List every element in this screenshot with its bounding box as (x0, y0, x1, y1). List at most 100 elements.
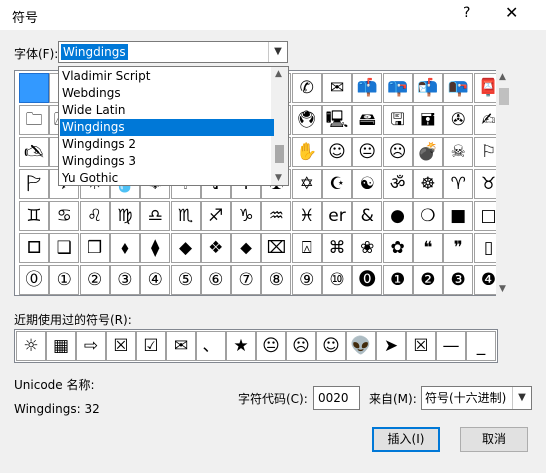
symbol-cell[interactable]: ✆ (291, 73, 322, 103)
recent-symbol-cell[interactable]: ☒ (106, 331, 136, 361)
recent-symbol-cell[interactable]: ✉ (166, 331, 196, 361)
symbol-cell[interactable]: ⬧ (109, 233, 140, 263)
symbol-cell[interactable]: ✡ (291, 169, 322, 199)
symbol-cell[interactable]: ✿ (382, 233, 413, 263)
symbol-cell[interactable]: ⌘ (322, 233, 352, 263)
symbol-cell[interactable]: 📫 (352, 73, 383, 103)
symbol-cell[interactable]: ✋ (291, 137, 322, 167)
recent-symbol-cell[interactable]: ☑ (136, 331, 166, 361)
symbol-cell[interactable]: ♋ (49, 201, 80, 231)
symbol-cell[interactable]: 📭 (443, 73, 474, 103)
symbol-cell[interactable]: 🖲 (291, 105, 322, 135)
close-button[interactable]: ✕ (505, 3, 518, 22)
symbol-cell[interactable]: 💣 (412, 137, 443, 167)
symbol-cell[interactable]: 🖎 (19, 137, 49, 167)
symbol-cell[interactable]: ✇ (443, 105, 474, 135)
symbol-cell[interactable]: 🖳 (322, 105, 352, 135)
symbol-cell[interactable]: ❖ (200, 233, 231, 263)
chevron-down-icon[interactable]: ▼ (512, 387, 531, 409)
symbol-cell[interactable]: ① (49, 265, 80, 295)
recent-symbol-cell[interactable]: ➤ (376, 331, 406, 361)
font-combo[interactable]: Wingdings ▼ (58, 41, 288, 63)
recent-symbol-cell[interactable]: ★ (226, 331, 256, 361)
recent-symbol-cell[interactable]: ☺ (316, 331, 346, 361)
symbol-cell[interactable]: ☠ (443, 137, 474, 167)
font-list-item[interactable]: Yu Gothic (60, 170, 274, 187)
symbol-cell[interactable]: ⓿ (352, 265, 383, 295)
symbol-cell[interactable]: ❷ (412, 265, 443, 295)
recent-symbols[interactable]: ☼ ▦ ⇨ ☒ ☑ ✉、 ★ 😐 ☹ ☺ 👽 ➤ ☒ — _ (14, 329, 498, 363)
symbol-cell[interactable]: ❀ (352, 233, 383, 263)
symbol-cell[interactable]: 📬 (412, 73, 443, 103)
symbol-cell[interactable]: ❶ (382, 265, 413, 295)
symbol-cell[interactable]: ♍ (109, 201, 140, 231)
symbol-cell[interactable]: ♈ (443, 169, 474, 199)
symbol-cell[interactable]: ❸ (443, 265, 474, 295)
recent-symbol-cell[interactable]: ☒ (406, 331, 436, 361)
symbol-cell[interactable]: ② (79, 265, 110, 295)
font-list-item[interactable]: Vladimir Script (60, 68, 274, 85)
symbol-cell[interactable]: ☸ (412, 169, 443, 199)
scroll-down-icon[interactable]: ▼ (499, 284, 506, 294)
symbol-cell[interactable]: ❝ (412, 233, 443, 263)
symbol-cell[interactable]: ♏ (170, 201, 201, 231)
recent-symbol-cell[interactable]: ☹ (286, 331, 316, 361)
recent-symbol-cell[interactable]: 👽 (346, 331, 376, 361)
recent-symbol-cell[interactable]: 😐 (256, 331, 286, 361)
chevron-down-icon[interactable]: ▼ (268, 42, 287, 62)
symbol-cell[interactable]: 🗀 (19, 105, 49, 135)
symbol-cell[interactable]: ❑ (49, 233, 80, 263)
symbol-cell[interactable]: ④ (140, 265, 171, 295)
font-list-item[interactable]: Wingdings 3 (60, 153, 274, 170)
symbol-cell[interactable]: ❍ (412, 201, 443, 231)
recent-symbol-cell[interactable]: ⇨ (76, 331, 106, 361)
symbol-cell[interactable]: ❞ (443, 233, 474, 263)
scroll-thumb[interactable] (275, 145, 284, 163)
recent-symbol-cell[interactable]: ▦ (46, 331, 76, 361)
symbol-cell[interactable]: ⌧ (261, 233, 292, 263)
symbol-cell[interactable]: ♐ (200, 201, 231, 231)
symbol-cell[interactable] (19, 73, 49, 103)
symbol-cell[interactable]: 📪 (382, 73, 413, 103)
recent-symbol-cell[interactable]: — (436, 331, 466, 361)
symbol-cell[interactable]: er (322, 201, 352, 231)
font-list-item[interactable]: Wide Latin (60, 102, 274, 119)
symbol-grid-scrollbar[interactable]: ▲ ▼ (496, 70, 512, 296)
symbol-cell[interactable]: ⑩ (322, 265, 352, 295)
symbol-cell[interactable]: ☹ (382, 137, 413, 167)
symbol-cell[interactable]: ◆ (170, 233, 201, 263)
symbol-cell[interactable]: ⑦ (231, 265, 262, 295)
symbol-cell[interactable]: 🏱 (19, 169, 49, 199)
recent-symbol-cell[interactable]: 、 (196, 331, 226, 361)
scroll-up-icon[interactable]: ▲ (499, 72, 506, 82)
symbol-cell[interactable]: ■ (443, 201, 474, 231)
scroll-down-icon[interactable]: ▼ (275, 173, 282, 183)
symbol-cell[interactable]: ⑧ (261, 265, 292, 295)
symbol-cell[interactable]: & (352, 201, 383, 231)
scroll-thumb[interactable] (499, 88, 509, 105)
symbol-cell[interactable]: ⍓ (291, 233, 322, 263)
from-combo[interactable]: 符号(十六进制) ▼ (421, 386, 532, 410)
help-button[interactable]: ? (463, 5, 470, 21)
symbol-cell[interactable]: ⓪ (19, 265, 49, 295)
char-code-input[interactable]: 0020 (313, 386, 360, 410)
symbol-cell[interactable]: 🖫 (382, 105, 413, 135)
symbol-cell[interactable]: ☺ (322, 137, 352, 167)
scroll-up-icon[interactable]: ▲ (275, 69, 282, 79)
symbol-cell[interactable]: ☪ (322, 169, 352, 199)
symbol-cell[interactable]: ♊ (19, 201, 49, 231)
recent-symbol-cell[interactable]: _ (466, 331, 496, 361)
symbol-cell[interactable]: ♓ (291, 201, 322, 231)
font-list-item[interactable]: Wingdings (60, 119, 274, 136)
symbol-cell[interactable]: ॐ (382, 169, 413, 199)
symbol-cell[interactable]: 🖴 (352, 105, 383, 135)
symbol-cell[interactable]: ⬥ (231, 233, 262, 263)
symbol-cell[interactable]: ❒ (79, 233, 110, 263)
insert-button[interactable]: 插入(I) (372, 427, 440, 452)
symbol-cell[interactable]: ⑤ (170, 265, 201, 295)
symbol-cell[interactable]: ✉ (322, 73, 352, 103)
symbol-cell[interactable]: ♑ (231, 201, 262, 231)
symbol-cell[interactable]: ⧫ (140, 233, 171, 263)
font-list-item[interactable]: Wingdings 2 (60, 136, 274, 153)
symbol-cell[interactable]: ♌ (79, 201, 110, 231)
